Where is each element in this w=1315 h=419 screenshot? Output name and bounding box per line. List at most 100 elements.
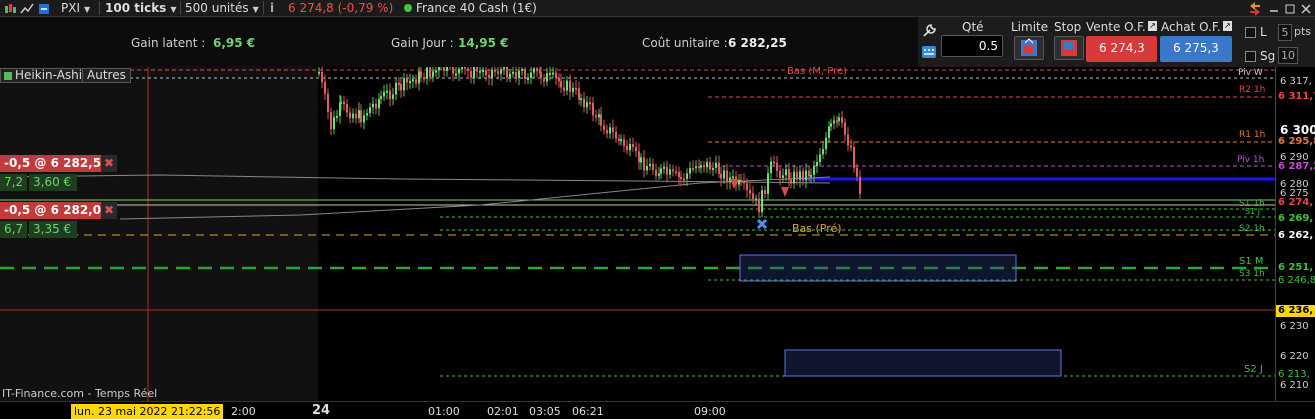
units-selector[interactable]: 500 unités ▼ [185,0,259,16]
sell-label: Vente O.F. [1086,20,1146,34]
info-icon[interactable]: i [270,0,274,16]
time-label: 24 [312,403,331,418]
candle [578,88,580,100]
candle [802,171,804,181]
l-checkbox[interactable] [1245,27,1256,38]
gains-bar: Gain latent : 6,95 € Gain Jour : 14,95 €… [0,17,918,67]
candle [718,162,720,174]
time-label: 02:01 [487,405,519,418]
buy-price: 6 275,3 [1173,41,1219,55]
position-qty: 7,2 [0,174,27,191]
candle [655,169,657,176]
candle [592,102,594,116]
candle [555,72,557,79]
chart-type-icon[interactable] [3,0,17,16]
candle [560,81,562,88]
close-button[interactable] [1300,0,1312,16]
candle [700,165,702,168]
candle [415,79,417,84]
ticks-selector[interactable]: 100 ticks ▼ [105,0,176,16]
qty-label: Qté [962,20,984,34]
candle [715,162,717,168]
candle [738,179,740,185]
wrench-icon[interactable] [921,23,937,42]
qty-input[interactable]: 0.5 [941,35,1003,57]
position-label: -0,5 @ 6 282,0 [0,202,101,219]
sg-value-input[interactable]: 10 [1278,47,1298,64]
candle [635,147,637,152]
price-axis[interactable]: 6 317, 6 311,7 6 300 6 295,8 6 290 6 287… [1275,67,1315,401]
candle [726,170,728,183]
candle [509,73,511,78]
tab-heikin-ashi[interactable]: Heikin-Ashi [0,68,88,83]
candle [432,71,434,77]
level-r1: R1 1h [1239,130,1266,140]
candle [380,96,382,99]
symbol-selector[interactable]: PXI ▼ [61,0,90,16]
candle [524,68,526,79]
candle [543,78,545,82]
buy-info-icon[interactable]: ↗ [1223,21,1232,31]
candle [575,87,577,90]
level-s2j: S2 J [1244,364,1263,375]
candle [782,175,784,178]
candle [318,71,320,74]
candle [853,147,855,168]
position-qty: 6,7 [0,221,27,238]
chart-canvas [0,67,1275,401]
candle [740,179,742,182]
pts-input[interactable]: 5 [1278,24,1292,41]
candle [796,171,798,180]
candle [810,174,812,177]
limit-order-button[interactable] [1014,36,1044,60]
candle [813,166,815,175]
time-axis[interactable]: lun. 23 mai 2022 21:22:56 2:00 24 01:00 … [0,401,1315,419]
candle [758,198,760,213]
candle [491,69,493,78]
buy-button[interactable]: 6 275,3 [1160,36,1232,62]
swap-icon[interactable] [1247,0,1263,16]
candle [764,190,766,194]
axis-label: 6 317, [1280,76,1312,87]
candle [847,134,849,146]
minimize-button[interactable] [1268,0,1280,16]
price-chart[interactable]: Heikin-Ashi Autres -0,5 @ 6 282,5 ✖ 7,2 … [0,67,1275,401]
candle [558,78,560,82]
sell-button[interactable]: 6 274,3 [1086,36,1157,62]
tab-autres[interactable]: Autres [82,68,131,83]
chevron-down-icon: ▼ [252,5,259,14]
link-icon[interactable] [37,0,51,16]
instrument-name: France 40 Cash (1€) [416,1,537,15]
candle [358,110,360,119]
close-position-icon[interactable]: ✖ [101,155,117,172]
candle [672,169,674,172]
candle [833,120,835,124]
candle [412,79,414,82]
maximize-button[interactable] [1284,0,1296,16]
candle [856,167,858,177]
candle [612,127,614,132]
sg-checkbox[interactable] [1245,51,1256,62]
sell-info-icon[interactable]: ↗ [1148,21,1157,31]
candle [418,71,420,84]
candle [383,91,385,97]
axis-label: 6 210 [1280,380,1309,391]
candle [632,144,634,148]
candle [660,168,662,174]
candle [452,67,454,74]
chart-options-icon[interactable] [20,0,34,16]
keypad-icon[interactable] [921,45,937,62]
candle [375,103,377,109]
candle [689,167,691,174]
candle [423,77,425,80]
candle [828,126,830,138]
candle [392,94,394,100]
candle [494,69,496,72]
candle [403,78,405,91]
candle [767,173,769,194]
stop-order-button[interactable] [1054,36,1084,60]
close-position-icon[interactable]: ✖ [101,202,117,219]
candle [479,70,481,73]
axis-label: 6 251, [1278,262,1314,273]
market-status-icon [403,0,413,16]
